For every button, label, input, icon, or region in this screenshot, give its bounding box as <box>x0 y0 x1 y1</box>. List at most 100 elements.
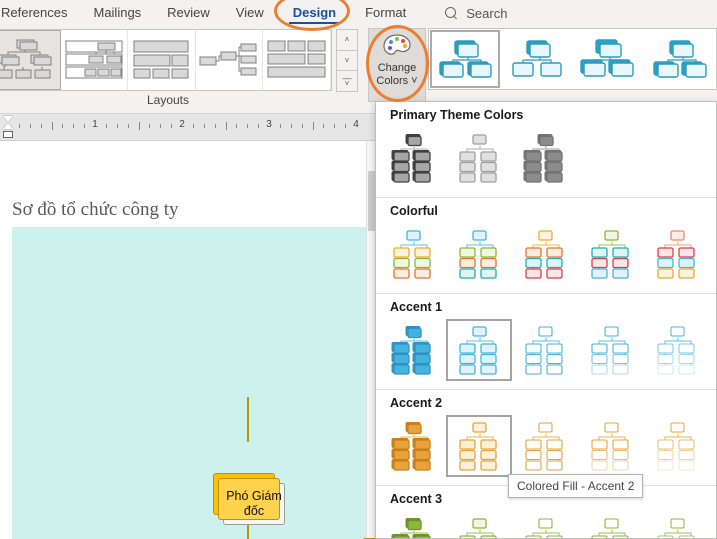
color-thumb-dark-2-outline[interactable] <box>512 127 578 189</box>
name-title-org-layout-icon <box>65 40 123 79</box>
style-thumb-moderate-effect[interactable] <box>644 29 716 89</box>
ruler-tick <box>334 124 336 128</box>
color-section-row <box>376 509 716 538</box>
gallery-scroll-up-button[interactable]: ˄ <box>336 29 358 51</box>
tab-format[interactable]: Format <box>352 0 419 26</box>
ruler-tick <box>214 124 216 128</box>
color-thumb-colorful-range-accent-5-6[interactable] <box>644 223 710 285</box>
tab-label: References <box>1 5 68 20</box>
chevron-down-icon: ˅ <box>344 56 350 65</box>
layout-thumb-name-and-title-organization-chart[interactable] <box>60 30 129 90</box>
document-vertical-scrollbar[interactable] <box>366 141 375 539</box>
ruler-tick <box>203 124 205 128</box>
change-colors-button[interactable]: Change Colors ˅ <box>368 28 426 102</box>
color-thumb-transparent-gradient-range-accent-1[interactable] <box>644 319 710 381</box>
color-thumb-icon <box>657 422 695 471</box>
style-thumb-simple-fill[interactable] <box>429 29 501 89</box>
color-thumb-gradient-loop-accent-1[interactable] <box>380 319 446 381</box>
color-thumb-colorful-range-accent-4-5[interactable] <box>578 223 644 285</box>
layouts-gallery-scrollbar[interactable]: ˄ ˅ — ˅ <box>336 29 358 93</box>
document-canvas[interactable]: Sơ đồ tổ chức công ty Phó Giám đốc Phòng… <box>0 141 375 539</box>
ruler-tick <box>127 124 129 128</box>
color-section-heading: Primary Theme Colors <box>390 108 524 122</box>
color-section-row <box>376 317 716 390</box>
smartart-styles-gallery[interactable] <box>428 28 717 90</box>
horizontal-ruler[interactable]: 1 2 3 4 <box>0 114 375 141</box>
color-thumb-icon <box>525 326 563 375</box>
scrollbar-thumb[interactable] <box>368 171 375 231</box>
tab-design[interactable]: Design <box>277 0 352 26</box>
ruler-tick <box>160 124 162 128</box>
color-thumb-gradient-range-accent-3[interactable] <box>578 511 644 538</box>
style-thumb-subtle-effect[interactable] <box>572 29 645 89</box>
color-thumb-transparent-gradient-range-accent-2[interactable] <box>644 415 710 477</box>
layout-thumb-half-circle-organization-chart[interactable] <box>128 30 196 90</box>
color-thumb-icon <box>393 230 431 279</box>
chevron-down-icon: ˅ <box>411 75 418 87</box>
ruler-ticks: 1 2 3 4 <box>8 119 375 133</box>
tooltip-text: Colored Fill - Accent 2 <box>517 479 635 493</box>
node-vice-director[interactable]: Phó Giám đốc <box>213 473 285 525</box>
first-line-indent-marker[interactable] <box>3 116 13 122</box>
layouts-gallery[interactable] <box>0 29 332 91</box>
search-icon <box>445 6 458 20</box>
color-thumb-icon <box>591 230 629 279</box>
color-thumb-icon <box>657 326 695 375</box>
color-thumb-colored-outline-accent-1[interactable] <box>512 319 578 381</box>
tab-label: Mailings <box>93 5 142 20</box>
color-thumb-icon <box>657 230 695 279</box>
color-thumb-colored-outline-accent-3[interactable] <box>512 511 578 538</box>
color-thumb-icon <box>391 134 431 183</box>
ruler-tick <box>247 124 249 128</box>
smartart-style-icon <box>653 40 707 78</box>
color-thumb-colored-outline-accent-2[interactable] <box>512 415 578 477</box>
hanging-indent-marker[interactable] <box>3 123 13 129</box>
color-thumb-dark-1-outline[interactable] <box>380 127 446 189</box>
ruler-tick <box>192 124 194 128</box>
tab-review[interactable]: Review <box>154 0 223 26</box>
ruler-tick <box>18 124 20 128</box>
tab-label: View <box>235 5 264 20</box>
color-thumb-gradient-range-accent-2[interactable] <box>578 415 644 477</box>
color-thumb-gradient-loop-accent-2[interactable] <box>380 415 446 477</box>
tab-mailings[interactable]: Mailings <box>80 0 154 26</box>
ruler-tick <box>40 124 42 128</box>
layouts-group: ˄ ˅ — ˅ Layouts <box>0 27 368 113</box>
color-thumb-colorful-range-accent-3-4[interactable] <box>512 223 578 285</box>
style-thumb-white-outline[interactable] <box>500 29 573 89</box>
layout-thumb-horizontal-organization-chart[interactable] <box>195 30 264 90</box>
ruler-tick <box>116 124 118 128</box>
color-thumb-icon <box>459 230 497 279</box>
tab-view[interactable]: View <box>223 0 277 26</box>
color-thumb-colorful-range-accent-2-3[interactable] <box>446 223 512 285</box>
color-thumb-colored-fill-accent-1[interactable] <box>446 319 512 381</box>
smartart-graphic[interactable]: Phó Giám đốc Phòng Vật Tư Phòng Nhân Sự … <box>12 227 375 539</box>
gallery-more-button[interactable]: — ˅ <box>336 70 358 93</box>
connector-vertical-top <box>247 397 249 442</box>
color-thumb-icon <box>591 518 629 538</box>
color-thumb-gradient-range-accent-1[interactable] <box>578 319 644 381</box>
ruler-tick <box>225 122 227 130</box>
node-label: Phó Giám đốc <box>226 489 282 518</box>
color-thumb-colorful-accent-colors[interactable] <box>380 223 446 285</box>
color-thumb-dark-2-fill[interactable] <box>446 127 512 189</box>
color-thumb-colored-fill-accent-2[interactable] <box>446 415 512 477</box>
layout-thumb-organization-chart[interactable] <box>0 30 61 90</box>
tab-references[interactable]: References <box>0 0 80 26</box>
color-thumb-icon <box>391 422 431 471</box>
ruler-tick <box>258 124 260 128</box>
layout-thumb-table-hierarchy[interactable] <box>263 30 331 90</box>
ruler-tick <box>171 124 173 128</box>
ruler-number: 4 <box>353 119 359 130</box>
gallery-scroll-down-button[interactable]: ˅ <box>336 49 358 72</box>
tab-active-underline <box>288 22 341 24</box>
color-thumb-gradient-loop-accent-3[interactable] <box>380 511 446 538</box>
color-thumb-transparent-gradient-range-accent-3[interactable] <box>644 511 710 538</box>
color-thumb-colored-fill-accent-3[interactable] <box>446 511 512 538</box>
search-box[interactable]: Search <box>445 6 507 21</box>
color-section-heading: Accent 2 <box>390 396 443 410</box>
ruler-tick <box>236 124 238 128</box>
color-thumb-icon <box>657 518 695 538</box>
ruler-tick <box>73 124 75 128</box>
left-indent-marker[interactable] <box>3 131 13 138</box>
